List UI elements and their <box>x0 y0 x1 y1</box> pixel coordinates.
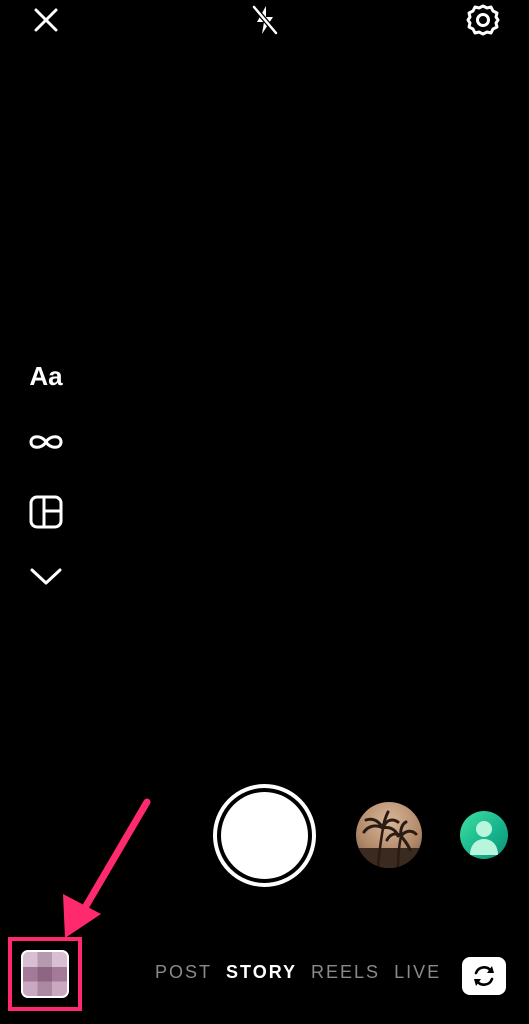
effect-preview-button[interactable] <box>356 802 422 868</box>
flip-camera-icon <box>474 966 494 986</box>
settings-button[interactable] <box>455 0 511 40</box>
close-button[interactable] <box>18 0 74 40</box>
chevron-down-icon <box>30 568 62 585</box>
pointer-arrow-annotation <box>63 798 151 938</box>
gallery-thumbnail[interactable] <box>21 950 69 998</box>
create-mode-button[interactable]: Aa <box>20 356 72 396</box>
flash-off-icon <box>251 4 279 36</box>
mode-selector: POST STORY REELS LIVE <box>155 962 455 988</box>
layout-button[interactable] <box>20 492 72 532</box>
create-mode-label: Aa <box>29 360 63 391</box>
mode-story[interactable]: STORY <box>226 962 297 988</box>
more-tools-button[interactable] <box>20 556 72 596</box>
shutter-button[interactable] <box>213 784 316 887</box>
boomerang-button[interactable] <box>20 422 72 462</box>
mode-reels[interactable]: REELS <box>311 962 380 988</box>
profile-avatar-button[interactable] <box>460 811 508 859</box>
infinity-icon <box>29 435 63 449</box>
avatar-icon <box>470 821 498 855</box>
mode-post[interactable]: POST <box>155 962 212 988</box>
flip-camera-button[interactable] <box>462 957 506 995</box>
flash-toggle-button[interactable] <box>237 0 293 40</box>
shutter-inner <box>221 792 308 879</box>
palm-trees-effect-icon <box>356 810 422 868</box>
close-icon <box>34 8 58 32</box>
gear-icon <box>466 4 500 36</box>
layout-grid-icon <box>29 495 63 529</box>
mode-live[interactable]: LIVE <box>394 962 441 988</box>
